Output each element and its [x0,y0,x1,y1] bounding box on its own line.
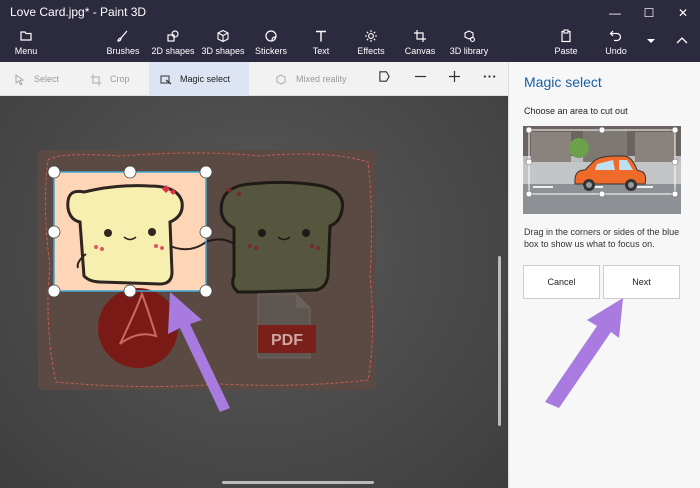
more-options-button[interactable] [477,62,501,96]
crop-icon [90,74,102,86]
mixed-reality-label: Mixed reality [296,74,347,84]
zoom-in-button[interactable] [442,62,466,96]
pdf-label: PDF [271,332,303,349]
resize-handle[interactable] [199,284,213,298]
library-icon [448,29,490,44]
select-tool[interactable]: Select [14,62,59,96]
mixed-reality-tool[interactable]: Mixed reality [276,62,347,96]
left-toast-eye [104,229,112,237]
clipboard-icon [552,29,580,44]
menu-button[interactable]: Menu [8,29,44,59]
magic-select-tool[interactable]: Magic select [149,62,249,96]
undo-icon [602,29,630,44]
text-icon [306,29,336,44]
chevron-up-icon [670,33,694,48]
resize-handle[interactable] [47,165,61,179]
magic-select-label: Magic select [180,74,231,84]
tool-stickers[interactable]: Stickers [252,29,290,59]
left-toast [66,184,184,286]
undo-button[interactable]: Undo [602,29,630,59]
right-toast [219,180,345,294]
left-toast-eye [148,228,156,236]
crop-tool[interactable]: Crop [90,62,130,96]
crop-tool-label: Crop [110,74,130,84]
flag-button[interactable] [372,62,396,96]
paste-button[interactable]: Paste [552,29,580,59]
tool-2d-shapes[interactable]: 2D shapes [150,29,196,59]
collapse-panel-button[interactable] [670,33,694,63]
plus-icon [448,70,460,83]
canvas-icon [404,29,436,44]
window-title: Love Card.jpg* - Paint 3D [10,5,147,19]
select-tool-label: Select [34,74,60,84]
resize-handle[interactable] [199,165,213,179]
mixed-reality-icon [276,74,286,85]
ellipsis-icon [483,75,495,78]
tool-brushes-label: Brushes [106,46,140,56]
resize-handle[interactable] [123,165,137,179]
pointer-icon [15,73,25,86]
annotation-arrow [168,292,230,412]
horizontal-scrollbar[interactable] [222,481,374,484]
zoom-out-button[interactable] [408,62,432,96]
tool-text[interactable]: Text [306,29,336,59]
tool-effects-label: Effects [357,46,385,56]
acrobat-logo-icon [98,288,178,368]
close-button[interactable]: ✕ [668,3,698,23]
tool-3d-library-label: 3D library [449,46,489,56]
effects-sun-icon [354,29,388,44]
shapes-2d-icon [150,29,196,44]
cube-icon [200,29,246,44]
annotation-arrow [545,298,623,408]
tool-canvas-label: Canvas [404,46,436,56]
vertical-scrollbar[interactable] [498,256,501,426]
resize-handle[interactable] [123,284,137,298]
flag-icon [378,71,390,82]
minus-icon [414,75,426,78]
panel-annotation [545,298,623,408]
tool-text-label: Text [312,46,330,56]
tool-stickers-label: Stickers [254,46,287,56]
magic-select-icon [160,75,172,85]
title-bar: Love Card.jpg* - Paint 3D — ☐ ✕ Menu Bru… [0,0,700,62]
undo-label: Undo [605,46,627,56]
tool-brushes[interactable]: Brushes [104,29,142,59]
menu-label: Menu [14,46,38,56]
sticker-icon [252,29,290,44]
tool-3d-library[interactable]: 3D library [448,29,490,59]
tool-3d-shapes[interactable]: 3D shapes [200,29,246,59]
folder-icon [8,29,44,44]
canvas-workspace[interactable]: PDF [0,96,508,488]
resize-handle[interactable] [47,225,61,239]
selection-toolbar: Select Crop Magic select Mixed reality [0,62,508,96]
canvas-artwork: PDF [44,152,374,412]
tool-2d-shapes-label: 2D shapes [151,46,195,56]
resize-handle[interactable] [199,225,213,239]
maximize-button[interactable]: ☐ [634,3,664,23]
brush-icon [104,29,142,44]
magic-select-panel: Magic select Choose an area to cut out D… [508,62,700,488]
minimize-button[interactable]: — [600,3,630,23]
resize-handle[interactable] [47,284,61,298]
paste-label: Paste [554,46,578,56]
more-dropdown-button[interactable] [643,34,659,64]
chevron-down-icon [643,34,659,49]
tool-3d-shapes-label: 3D shapes [201,46,245,56]
tool-effects[interactable]: Effects [354,29,388,59]
tool-canvas[interactable]: Canvas [404,29,436,59]
